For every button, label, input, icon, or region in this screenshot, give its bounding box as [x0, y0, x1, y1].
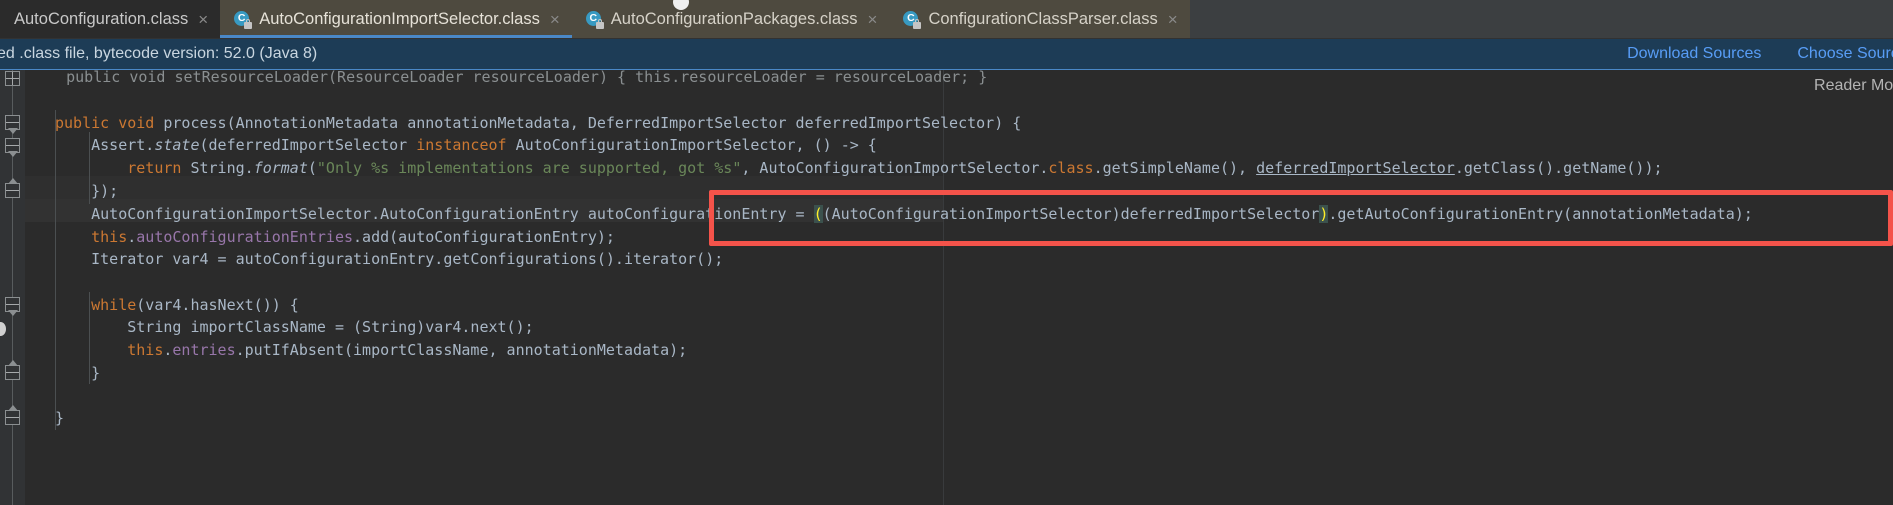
code-token: , AutoConfigurationImportSelector. — [741, 159, 1049, 177]
code-line: } — [55, 362, 100, 385]
code-line: }); — [55, 180, 118, 203]
tab-auto-configuration-packages-class[interactable]: C AutoConfigurationPackages.class × — [571, 0, 890, 38]
code-token: setResourceLoader — [174, 70, 329, 86]
tab-label: ConfigurationClassParser.class — [928, 9, 1158, 28]
code-line: this.entries.putIfAbsent(importClassName… — [55, 339, 687, 362]
code-token: autoConfigurationEntries — [136, 228, 354, 246]
code-line: Assert.state(deferredImportSelector inst… — [55, 134, 877, 157]
code-token: } — [55, 409, 65, 427]
download-sources-link[interactable]: Download Sources — [1627, 45, 1761, 63]
code-token: .getAutoConfigurationEntry(annotationMet… — [1328, 205, 1753, 223]
editor-tab-bar: AutoConfiguration.class × C AutoConfigur… — [0, 0, 1893, 39]
code-token: instanceof — [416, 136, 516, 154]
code-token: entries — [172, 341, 236, 359]
code-token: return — [127, 159, 191, 177]
code-token: .getSimpleName(), — [1093, 159, 1257, 177]
code-token: deferredImportSelector — [1256, 159, 1455, 177]
reader-mode-label: Reader Mode — [1814, 77, 1893, 94]
code-token: (ResourceLoader resourceLoader) { this.r… — [328, 70, 988, 86]
code-token: ) — [1319, 205, 1329, 223]
code-line: public void setResourceLoader(ResourceLo… — [30, 70, 987, 89]
tab-close-icon[interactable]: × — [196, 11, 208, 28]
code-token: Iterator var4 = autoConfigurationEntry.g… — [55, 250, 724, 268]
tab-close-icon[interactable]: × — [866, 11, 878, 28]
notification-actions: Download Sources Choose Sources... — [1627, 45, 1893, 63]
code-token: public void — [30, 70, 175, 86]
code-token: } — [55, 364, 101, 382]
notification-message: ed .class file, bytecode version: 52.0 (… — [0, 45, 318, 62]
code-editor[interactable]: Reader Mode public void setResourceLoade… — [0, 70, 1893, 505]
code-token: .putIfAbsent(importClassName, annotation… — [235, 341, 688, 359]
code-token: (var4.hasNext()) { — [136, 296, 299, 314]
java-class-locked-icon: C — [585, 10, 604, 29]
code-token: AutoConfigurationImportSelector, () -> { — [515, 136, 877, 154]
java-class-locked-icon: C — [234, 10, 253, 29]
code-token: "Only %s implementations are supported, … — [316, 159, 742, 177]
tab-label: AutoConfigurationImportSelector.class — [259, 9, 540, 28]
code-token: }); — [55, 182, 119, 200]
code-line: while(var4.hasNext()) { — [55, 294, 299, 317]
code-token: process — [163, 114, 227, 132]
code-token: while — [91, 296, 137, 314]
code-line: Iterator var4 = autoConfigurationEntry.g… — [55, 248, 723, 271]
code-line: } — [55, 407, 64, 430]
code-line: AutoConfigurationImportSelector.AutoConf… — [55, 203, 1753, 226]
code-token: this — [127, 341, 164, 359]
tab-configuration-class-parser-class[interactable]: C ConfigurationClassParser.class × — [889, 0, 1190, 38]
tab-auto-configuration-import-selector-class[interactable]: C AutoConfigurationImportSelector.class … — [220, 0, 572, 38]
code-line: return String.format("Only %s implementa… — [55, 157, 1663, 180]
fold-markers[interactable] — [0, 70, 25, 505]
fold-end-icon[interactable] — [5, 360, 20, 380]
tab-close-icon[interactable]: × — [1166, 11, 1178, 28]
code-token: String importClassName = (String)var4.ne… — [55, 318, 534, 336]
code-line: String importClassName = (String)var4.ne… — [55, 316, 534, 339]
tab-close-icon[interactable]: × — [548, 11, 560, 28]
fold-collapse-icon[interactable] — [5, 297, 20, 316]
code-token: (AutoConfigurationImportSelector)deferre… — [822, 205, 1320, 223]
code-token: Assert. — [55, 136, 155, 154]
fold-end-icon[interactable] — [5, 178, 20, 198]
choose-sources-link[interactable]: Choose Sources... — [1797, 45, 1893, 63]
code-token: format — [253, 159, 308, 177]
code-token: this — [91, 228, 128, 246]
tab-auto-configuration-class[interactable]: AutoConfiguration.class × — [0, 0, 221, 38]
code-token: (AnnotationMetadata annotationMetadata, … — [226, 114, 1022, 132]
code-content[interactable]: public void setResourceLoader(ResourceLo… — [0, 70, 1893, 505]
code-token: ( — [307, 159, 317, 177]
code-token: class — [1048, 159, 1094, 177]
decompiled-file-notification-bar: ed .class file, bytecode version: 52.0 (… — [0, 39, 1893, 70]
code-token: ( — [813, 205, 823, 223]
java-class-locked-icon: C — [903, 10, 922, 29]
fold-end-icon[interactable] — [5, 405, 20, 425]
fold-collapse-icon[interactable] — [5, 138, 20, 157]
code-token: .add(autoConfigurationEntry); — [353, 228, 615, 246]
tab-label: AutoConfiguration.class — [14, 9, 189, 28]
code-token: AutoConfigurationImportSelector.AutoConf… — [55, 205, 814, 223]
tab-label: AutoConfigurationPackages.class — [610, 9, 858, 28]
fold-expand-icon[interactable] — [5, 71, 20, 86]
code-line: public void process(AnnotationMetadata a… — [55, 112, 1021, 135]
fold-collapse-icon[interactable] — [5, 115, 20, 134]
code-token: state — [154, 136, 200, 154]
code-token: (deferredImportSelector — [199, 136, 417, 154]
code-token: .getClass().getName()); — [1454, 159, 1663, 177]
code-token: . — [127, 228, 137, 246]
code-token: public void — [55, 114, 164, 132]
code-line: this.autoConfigurationEntries.add(autoCo… — [55, 226, 615, 249]
code-token: String. — [190, 159, 254, 177]
